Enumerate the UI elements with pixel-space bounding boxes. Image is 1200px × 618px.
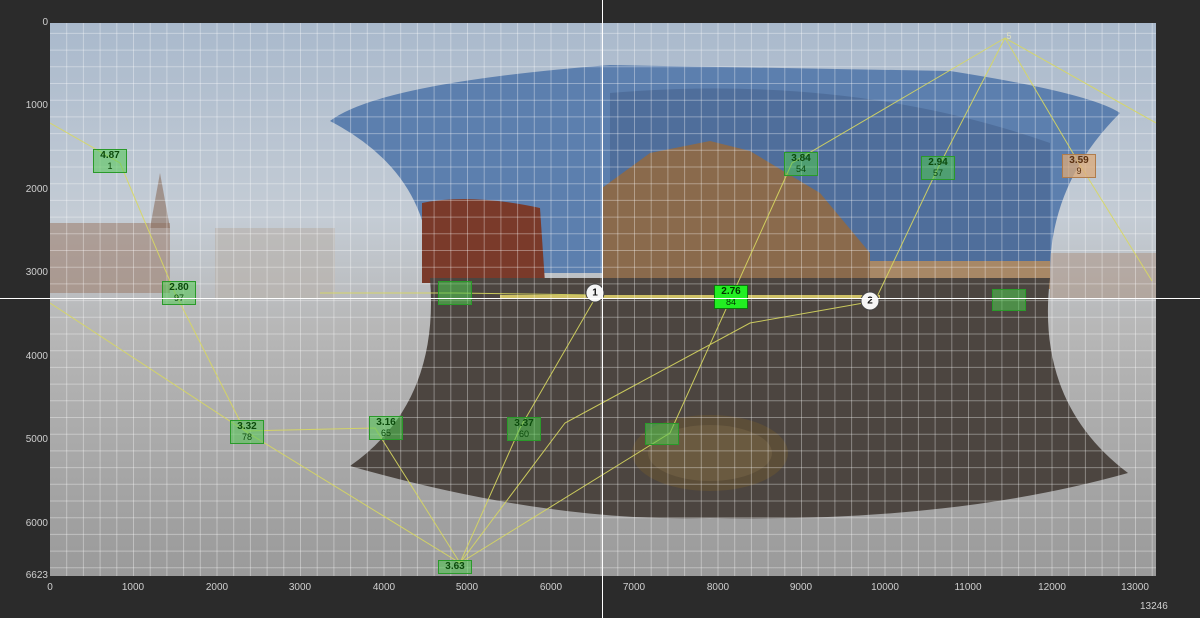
cp-distance: 3.37: [514, 418, 534, 429]
x-axis-label: 7000: [622, 582, 646, 593]
cp-id: 60: [518, 429, 529, 439]
cp-id: 57: [932, 168, 943, 178]
panorama-preview-window: 0 1000 2000 3000 4000 5000 6000 6623 0 1…: [0, 0, 1200, 618]
y-axis-label: 1000: [25, 100, 48, 111]
x-axis-label: 3000: [288, 582, 312, 593]
cp-distance: 3.16: [376, 417, 396, 428]
y-axis-label: 5000: [25, 434, 48, 445]
cp-distance: 3.84: [791, 153, 811, 164]
panorama-canvas[interactable]: 4.87 1 2.80 97 3.32 78 3.16 65 3.37 60 3…: [50, 23, 1156, 576]
x-axis-label: 12000: [1038, 582, 1066, 593]
control-point-marker[interactable]: 3.37 60: [507, 417, 541, 441]
image-anchor-pin[interactable]: 2: [860, 291, 880, 311]
cp-distance: 2.76: [721, 286, 741, 297]
x-axis-label: 11000: [954, 582, 982, 593]
control-point-marker[interactable]: [992, 289, 1026, 311]
cp-id: 54: [795, 164, 806, 174]
x-axis-label: 1000: [121, 582, 145, 593]
panorama-image: [50, 23, 1156, 576]
x-axis-label: 0: [47, 582, 53, 593]
cp-id: 9: [1076, 166, 1082, 176]
control-point-marker[interactable]: 3.84 54: [784, 152, 818, 176]
cp-distance: 4.87: [100, 150, 120, 161]
control-point-marker[interactable]: 3.16 65: [369, 416, 403, 440]
cp-distance: 3.59: [1069, 155, 1089, 166]
y-axis-label: 6623: [25, 570, 48, 581]
x-axis-label: 6000: [539, 582, 563, 593]
x-axis-label: 4000: [372, 582, 396, 593]
x-axis-label: 10000: [871, 582, 899, 593]
x-axis-label: 2000: [205, 582, 229, 593]
x-axis-label: 9000: [789, 582, 813, 593]
width-readout: 13246: [1140, 601, 1168, 612]
y-axis-label: 0: [42, 17, 48, 28]
control-point-marker[interactable]: 3.63: [438, 560, 472, 574]
control-point-marker[interactable]: 4.87 1: [93, 149, 127, 173]
horizontal-guide[interactable]: [0, 298, 1200, 299]
x-axis-label: 5000: [455, 582, 479, 593]
control-point-marker[interactable]: 2.94 57: [921, 156, 955, 180]
control-point-marker[interactable]: [645, 423, 679, 445]
control-point-marker[interactable]: 3.32 78: [230, 420, 264, 444]
control-point-marker[interactable]: 2.76 84: [714, 285, 748, 309]
cp-id: 65: [380, 428, 391, 438]
cp-distance: 3.32: [237, 421, 257, 432]
cp-distance: 2.94: [928, 157, 948, 168]
control-point-marker[interactable]: 3.59 9: [1062, 154, 1096, 178]
y-axis-label: 6000: [25, 518, 48, 529]
y-axis-label: 3000: [25, 267, 48, 278]
cp-id: 78: [241, 432, 252, 442]
control-point-marker[interactable]: 2.80 97: [162, 281, 196, 305]
control-point-marker[interactable]: [438, 281, 472, 305]
x-axis-label: 8000: [706, 582, 730, 593]
cp-distance: 3.63: [445, 561, 465, 572]
cp-distance: 2.80: [169, 282, 189, 293]
cp-id: 1: [107, 161, 113, 171]
vertical-guide[interactable]: [602, 0, 603, 618]
y-axis-label: 2000: [25, 184, 48, 195]
y-axis-label: 4000: [25, 351, 48, 362]
vertex-label: 5: [1006, 31, 1012, 41]
x-axis-label: 13000: [1121, 582, 1149, 593]
